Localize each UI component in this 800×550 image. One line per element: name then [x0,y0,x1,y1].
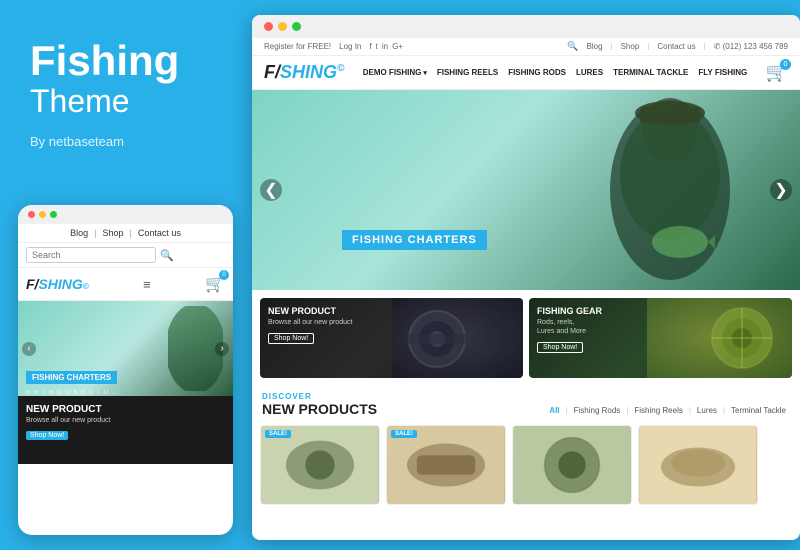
filter-fishing-rods[interactable]: Fishing Rods [570,405,625,416]
desktop-shop-link[interactable]: Shop [621,42,640,51]
filter-terminal-tackle[interactable]: Terminal Tackle [727,405,790,416]
desktop-discover-section: DISCOVER NEW PRODUCTS All | Fishing Rods… [252,386,800,421]
desktop-dot-green [292,22,301,31]
desktop-card-2-content: FISHING GEAR Rods, reels, Lures and More… [537,306,602,354]
mobile-cart-wrap: 🛒 0 [205,274,225,294]
brand-by: By netbaseteam [30,134,124,149]
desktop-search-icon[interactable]: 🔍 [567,41,578,52]
register-link[interactable]: Register for FREE! [264,42,331,51]
mobile-product-desc: Browse all our new product [26,417,225,424]
desktop-nav: F/SHING© DEMO FISHING FISHING REELS FISH… [252,56,800,90]
desktop-utility-bar: Register for FREE! Log In f t in G+ 🔍 Bl… [252,38,800,56]
desktop-thumb-2[interactable]: SALE! [386,425,506,505]
nav-terminal-tackle[interactable]: TERMINAL TACKLE [613,68,688,77]
desktop-card-2-title: FISHING GEAR [537,306,602,316]
desktop-card-image-1 [392,298,524,378]
thumb-1-sale-badge: SALE! [265,430,291,438]
discover-title: NEW PRODUCTS [262,401,377,417]
hamburger-icon[interactable]: ≡ [143,277,151,292]
nav-fishing-rods[interactable]: FISHING RODS [508,68,566,77]
desktop-thumb-4[interactable] [638,425,758,505]
desktop-card-2-btn[interactable]: Shop Now! [537,342,583,353]
desktop-card-fishing-gear: FISHING GEAR Rods, reels, Lures and More… [529,298,792,378]
nav-fishing-reels[interactable]: FISHING REELS [437,68,498,77]
mobile-dot-yellow [39,211,46,218]
desktop-mockup: Register for FREE! Log In f t in G+ 🔍 Bl… [252,15,800,540]
filter-fishing-reels[interactable]: Fishing Reels [630,405,686,416]
desktop-logo: F/SHING© [264,62,344,83]
desktop-utility-left: Register for FREE! Log In f t in G+ [264,42,403,51]
mobile-dot-green [50,211,57,218]
mobile-search-input[interactable] [26,247,156,263]
login-link[interactable]: Log In [339,42,361,51]
desktop-prev-arrow[interactable]: ❮ [260,179,282,201]
desktop-card-1-content: NEW PRODUCT Browse all our new product S… [268,306,352,345]
desktop-card-1-desc: Browse all our new product [268,318,352,327]
googleplus-icon[interactable]: G+ [392,42,403,51]
filter-lures[interactable]: Lures [693,405,721,416]
mobile-topbar: Blog | Shop | Contact us [18,224,233,243]
mobile-mockup: Blog | Shop | Contact us 🔍 F/SHING© ≡ 🛒 … [18,205,233,535]
mobile-product-card: NEW PRODUCT Browse all our new product S… [18,396,233,464]
nav-lures[interactable]: LURES [576,68,603,77]
desktop-card-image-2 [647,298,792,378]
mobile-shop-link[interactable]: Shop [102,228,123,238]
desktop-titlebar [252,15,800,38]
mobile-product-title: NEW PRODUCT [26,404,225,415]
nav-demo-fishing[interactable]: DEMO FISHING [363,68,427,77]
thumb-2-sale-badge: SALE! [391,430,417,438]
mobile-hero-label: FISHING CHARTERS [26,371,117,384]
desktop-thumb-3-image [513,426,631,504]
desktop-cart-wrap: 🛒 0 [766,62,788,83]
desktop-card-1-btn[interactable]: Shop Now! [268,333,314,344]
mobile-blog-link[interactable]: Blog [70,228,88,238]
desktop-blog-link[interactable]: Blog [587,42,603,51]
search-icon[interactable]: 🔍 [160,249,174,262]
desktop-hero: ❮ ❯ FISHING CHARTERS [252,90,800,290]
desktop-card-new-product: NEW PRODUCT Browse all our new product S… [260,298,523,378]
desktop-next-arrow[interactable]: ❯ [770,179,792,201]
desktop-utility-right: 🔍 Blog | Shop | Contact us | ✆ (012) 123… [567,41,788,52]
social-links: f t in G+ [369,42,403,51]
desktop-card-2-desc: Rods, reels, Lures and More [537,318,602,336]
desktop-cart-badge: 0 [780,59,791,70]
twitter-icon[interactable]: t [376,42,378,51]
discover-label: DISCOVER [262,392,790,401]
brand-title-fishing: Fishing [30,40,179,82]
nav-fly-fishing[interactable]: FLY FISHING [698,68,747,77]
hero-fish-svg [645,220,715,265]
desktop-dot-yellow [278,22,287,31]
desktop-hero-label: FISHING CHARTERS [342,230,487,250]
brand-title-theme: Theme [30,82,179,120]
linkedin-icon[interactable]: in [382,42,388,51]
desktop-nav-links: DEMO FISHING FISHING REELS FISHING RODS … [363,68,748,77]
mobile-hero: ‹ › FISHING CHARTERS G E T B O O K E D T… [18,301,233,396]
desktop-contact-link[interactable]: Contact us [657,42,695,51]
mobile-cart-badge: 0 [219,270,229,280]
mobile-search-bar: 🔍 [18,243,233,268]
desktop-card-1-title: NEW PRODUCT [268,306,352,316]
mobile-next-arrow[interactable]: › [215,342,229,356]
mobile-dot-red [28,211,35,218]
desktop-product-thumbnails: SALE! SALE! [252,421,800,509]
mobile-header: F/SHING© ≡ 🛒 0 [18,268,233,301]
desktop-filter-bar: All | Fishing Rods | Fishing Reels | Lur… [545,405,790,416]
mobile-shop-now-button[interactable]: Shop Now! [26,431,68,440]
desktop-thumb-1[interactable]: SALE! [260,425,380,505]
desktop-thumb-3[interactable] [512,425,632,505]
desktop-thumb-4-image [639,426,757,504]
facebook-icon[interactable]: f [369,42,371,51]
desktop-product-cards: NEW PRODUCT Browse all our new product S… [252,290,800,386]
mobile-prev-arrow[interactable]: ‹ [22,342,36,356]
mobile-contact-link[interactable]: Contact us [138,228,181,238]
filter-all[interactable]: All [545,405,563,416]
desktop-dot-red [264,22,273,31]
desktop-phone: ✆ (012) 123 456 789 [714,42,788,51]
mobile-titlebar [18,205,233,224]
mobile-logo: F/SHING© [26,276,89,292]
